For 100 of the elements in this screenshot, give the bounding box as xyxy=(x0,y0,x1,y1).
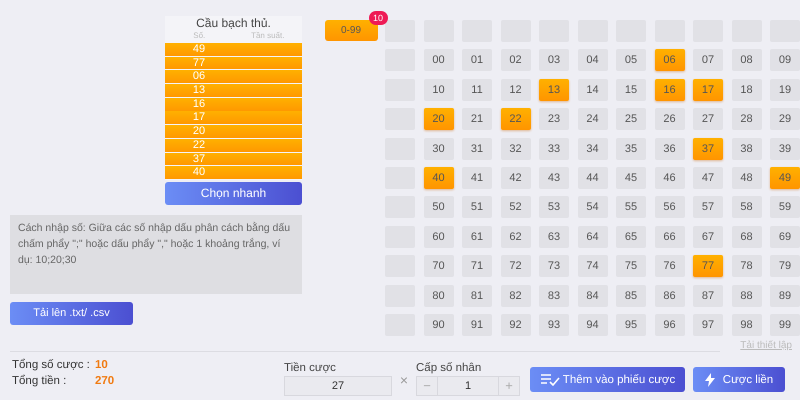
number-cell[interactable]: 56 xyxy=(654,196,684,218)
stake-field[interactable]: 27 xyxy=(284,376,392,396)
multiplier-field[interactable]: 1 xyxy=(438,376,498,396)
number-cell[interactable]: 90 xyxy=(424,314,454,336)
number-cell[interactable]: 68 xyxy=(732,226,762,248)
number-cell[interactable]: 47 xyxy=(693,167,723,190)
number-cell[interactable]: 26 xyxy=(654,108,684,130)
number-cell[interactable]: 74 xyxy=(578,255,608,278)
number-cell[interactable]: 32 xyxy=(500,138,530,160)
number-cell[interactable]: 95 xyxy=(616,314,646,336)
number-cell[interactable]: 52 xyxy=(500,196,530,218)
number-cell[interactable]: 93 xyxy=(539,314,569,336)
number-cell[interactable]: 39 xyxy=(770,138,800,160)
number-cell[interactable]: 92 xyxy=(500,314,530,336)
number-cell[interactable]: 80 xyxy=(424,284,454,307)
number-cell[interactable]: 48 xyxy=(732,167,762,190)
number-cell[interactable]: 33 xyxy=(539,138,569,160)
number-cell[interactable]: 60 xyxy=(424,226,454,248)
number-cell[interactable]: 10 xyxy=(424,78,454,101)
number-cell[interactable]: 62 xyxy=(500,226,530,248)
number-cell[interactable]: 08 xyxy=(732,49,762,72)
number-cell[interactable]: 05 xyxy=(616,49,646,72)
number-cell[interactable]: 59 xyxy=(770,196,800,218)
number-cell[interactable]: 79 xyxy=(770,255,800,278)
number-cell[interactable]: 20 xyxy=(424,108,454,130)
number-cell[interactable]: 15 xyxy=(616,78,646,101)
number-cell[interactable]: 06 xyxy=(654,49,684,72)
number-cell[interactable]: 88 xyxy=(732,284,762,307)
range-button[interactable]: 0-99 xyxy=(324,20,378,41)
number-cell[interactable]: 54 xyxy=(578,196,608,218)
number-cell[interactable]: 91 xyxy=(462,314,492,336)
number-cell[interactable]: 69 xyxy=(770,226,800,248)
number-cell[interactable]: 53 xyxy=(539,196,569,218)
number-cell[interactable]: 96 xyxy=(654,314,684,336)
add-to-slip-button[interactable]: Thêm vào phiếu cược xyxy=(530,367,685,392)
number-cell[interactable]: 18 xyxy=(732,78,762,101)
number-cell[interactable]: 43 xyxy=(539,167,569,190)
number-cell[interactable]: 01 xyxy=(462,49,492,72)
number-cell[interactable]: 19 xyxy=(770,78,800,101)
number-cell[interactable]: 04 xyxy=(578,49,608,72)
number-cell[interactable]: 75 xyxy=(616,255,646,278)
number-cell[interactable]: 64 xyxy=(578,226,608,248)
number-cell[interactable]: 31 xyxy=(462,138,492,160)
number-cell[interactable]: 03 xyxy=(539,49,569,72)
number-cell[interactable]: 82 xyxy=(500,284,530,307)
number-cell[interactable]: 27 xyxy=(693,108,723,130)
number-cell[interactable]: 22 xyxy=(500,108,530,130)
number-cell[interactable]: 16 xyxy=(654,78,684,101)
number-cell[interactable]: 25 xyxy=(616,108,646,130)
number-cell[interactable]: 44 xyxy=(578,167,608,190)
number-cell[interactable]: 50 xyxy=(424,196,454,218)
number-cell[interactable]: 77 xyxy=(693,255,723,278)
number-cell[interactable]: 12 xyxy=(500,78,530,101)
number-cell[interactable]: 11 xyxy=(462,78,492,101)
number-cell[interactable]: 63 xyxy=(539,226,569,248)
number-cell[interactable]: 55 xyxy=(616,196,646,218)
hint-text-area[interactable]: Cách nhập số: Giữa các số nhập dấu phân cách bằng dấu chấm phẩy ";" hoặc dấu phẩy "," hoặc 1 khoảng trắng, ví dụ: 10;20;30 xyxy=(10,214,302,294)
number-cell[interactable]: 97 xyxy=(693,314,723,336)
number-cell[interactable]: 09 xyxy=(770,49,800,72)
number-cell[interactable]: 94 xyxy=(578,314,608,336)
quick-pick-button[interactable]: Chọn nhanh xyxy=(165,182,302,205)
number-cell[interactable]: 29 xyxy=(770,108,800,130)
number-cell[interactable]: 84 xyxy=(578,284,608,307)
number-cell[interactable]: 21 xyxy=(462,108,492,130)
number-cell[interactable]: 40 xyxy=(424,167,454,190)
number-cell[interactable]: 99 xyxy=(770,314,800,336)
number-cell[interactable]: 57 xyxy=(693,196,723,218)
number-cell[interactable]: 76 xyxy=(654,255,684,278)
number-cell[interactable]: 71 xyxy=(462,255,492,278)
number-cell[interactable]: 87 xyxy=(693,284,723,307)
number-cell[interactable]: 24 xyxy=(578,108,608,130)
number-cell[interactable]: 00 xyxy=(424,49,454,72)
number-cell[interactable]: 65 xyxy=(616,226,646,248)
number-cell[interactable]: 72 xyxy=(500,255,530,278)
number-cell[interactable]: 98 xyxy=(732,314,762,336)
number-cell[interactable]: 73 xyxy=(539,255,569,278)
number-cell[interactable]: 83 xyxy=(539,284,569,307)
number-cell[interactable]: 23 xyxy=(539,108,569,130)
number-cell[interactable]: 17 xyxy=(693,78,723,101)
number-cell[interactable]: 61 xyxy=(462,226,492,248)
number-cell[interactable]: 28 xyxy=(732,108,762,130)
number-cell[interactable]: 07 xyxy=(693,49,723,72)
number-cell[interactable]: 58 xyxy=(732,196,762,218)
number-cell[interactable]: 38 xyxy=(732,138,762,160)
number-cell[interactable]: 81 xyxy=(462,284,492,307)
number-cell[interactable]: 42 xyxy=(500,167,530,190)
number-cell[interactable]: 35 xyxy=(616,138,646,160)
number-cell[interactable]: 85 xyxy=(616,284,646,307)
number-cell[interactable]: 36 xyxy=(654,138,684,160)
upload-button[interactable]: Tải lên .txt/ .csv xyxy=(10,302,133,325)
number-cell[interactable]: 46 xyxy=(654,167,684,190)
number-cell[interactable]: 45 xyxy=(616,167,646,190)
number-cell[interactable]: 70 xyxy=(424,255,454,278)
number-cell[interactable]: 78 xyxy=(732,255,762,278)
number-cell[interactable]: 89 xyxy=(770,284,800,307)
number-cell[interactable]: 34 xyxy=(578,138,608,160)
number-cell[interactable]: 67 xyxy=(693,226,723,248)
number-cell[interactable]: 14 xyxy=(578,78,608,101)
number-cell[interactable]: 13 xyxy=(539,78,569,101)
number-cell[interactable]: 49 xyxy=(770,167,800,190)
